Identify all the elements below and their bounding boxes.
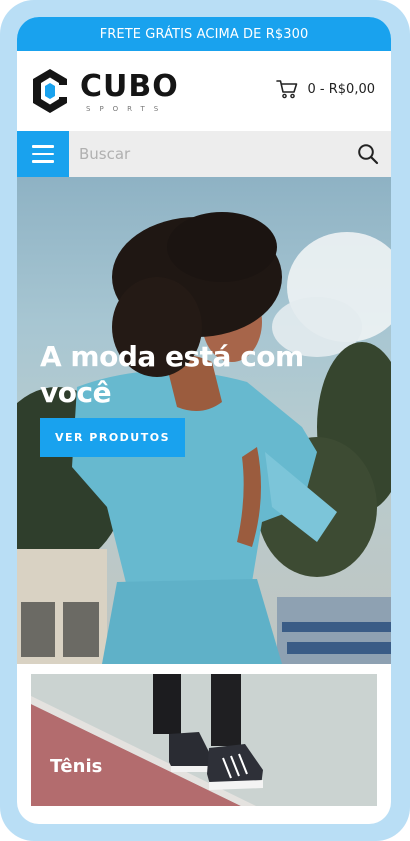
promo-text: FRETE GRÁTIS ACIMA DE R$300 [99, 26, 309, 42]
phone-screen: FRETE GRÁTIS ACIMA DE R$300 CUBO SPORTS … [17, 17, 391, 824]
hamburger-line [32, 152, 54, 156]
promo-bar: FRETE GRÁTIS ACIMA DE R$300 [17, 17, 391, 51]
brand-logo[interactable]: CUBO SPORTS [30, 67, 190, 117]
device-frame: FRETE GRÁTIS ACIMA DE R$300 CUBO SPORTS … [0, 0, 410, 841]
cart-icon [275, 80, 297, 99]
search-bar [17, 131, 391, 177]
search-icon[interactable] [357, 143, 379, 165]
view-products-button[interactable]: VER PRODUTOS [40, 418, 185, 457]
menu-button[interactable] [17, 131, 69, 177]
cubo-logo-icon [33, 69, 67, 113]
site-header: CUBO SPORTS 0 - R$0,00 [17, 51, 391, 131]
cart-summary: 0 - R$0,00 [307, 81, 375, 97]
category-photo [31, 674, 377, 806]
category-label: Tênis [50, 756, 103, 777]
category-card-tenis[interactable]: Tênis [31, 674, 377, 806]
brand-tagline: SPORTS [86, 105, 168, 113]
hero-banner: A moda está com você VER PRODUTOS [17, 177, 391, 664]
search-input[interactable] [79, 131, 339, 177]
hamburger-menu-icon [32, 145, 54, 148]
cart-button[interactable]: 0 - R$0,00 [275, 79, 375, 99]
hero-title: A moda está com você [40, 340, 304, 409]
hamburger-line [32, 160, 54, 163]
brand-name: CUBO [80, 69, 179, 104]
